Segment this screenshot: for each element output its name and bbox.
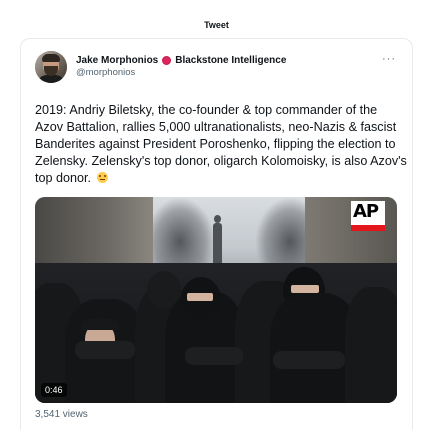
tweet-body: 2019: Andriy Biletsky, the co-founder & …	[35, 103, 407, 185]
thinking-face-icon	[96, 172, 108, 183]
tweet-author[interactable]: Jake Morphonios Blackstone Intelligence …	[35, 51, 286, 83]
avatar[interactable]	[35, 51, 67, 83]
ap-logo-text: AP	[353, 201, 379, 222]
video-player[interactable]: AP 0:46	[35, 197, 397, 403]
tweet-card: Jake Morphonios Blackstone Intelligence …	[20, 38, 413, 430]
tweet-text: 2019: Andriy Biletsky, the co-founder & …	[35, 102, 407, 187]
page-title: Tweet	[204, 20, 229, 30]
video-scene-statue	[213, 215, 222, 267]
red-circle-icon	[162, 56, 172, 65]
author-affiliation[interactable]: Blackstone Intelligence	[175, 55, 286, 66]
ap-logo: AP	[351, 201, 385, 231]
author-handle[interactable]: @morphonios	[76, 67, 286, 78]
author-display-name[interactable]: Jake Morphonios	[76, 55, 158, 66]
video-scene-crowd	[35, 263, 397, 403]
view-count: 3,541 views	[35, 409, 88, 420]
more-options-icon[interactable]: ···	[382, 53, 396, 65]
video-duration-badge: 0:46	[41, 383, 67, 397]
author-names: Jake Morphonios Blackstone Intelligence …	[76, 55, 286, 78]
